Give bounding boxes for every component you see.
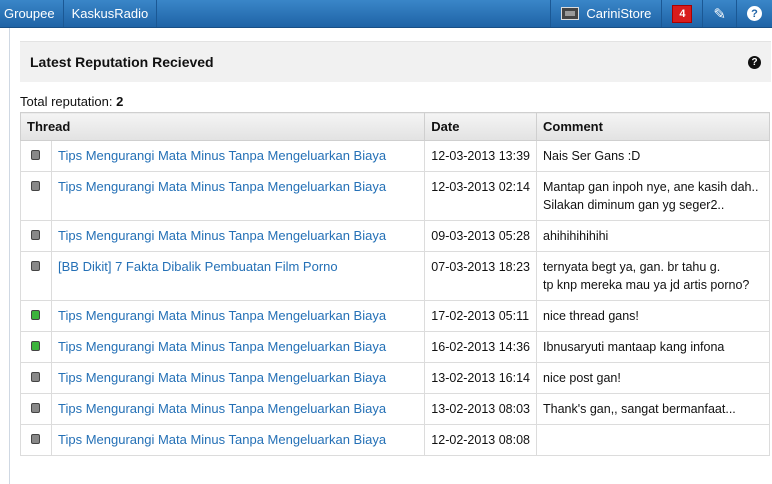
thread-link[interactable]: Tips Mengurangi Mata Minus Tanpa Mengelu…	[58, 339, 386, 354]
thread-cell: Tips Mengurangi Mata Minus Tanpa Mengelu…	[50, 300, 426, 332]
nav-kaskusradio[interactable]: KaskusRadio	[64, 0, 158, 27]
main-content: Latest Reputation Recieved ? Total reput…	[9, 28, 772, 484]
table-row: Tips Mengurangi Mata Minus Tanpa Mengelu…	[20, 331, 770, 363]
reputation-table: Thread Date Comment Tips Mengurangi Mata…	[19, 112, 770, 456]
table-row: Tips Mengurangi Mata Minus Tanpa Mengelu…	[20, 424, 770, 456]
table-row: Tips Mengurangi Mata Minus Tanpa Mengelu…	[20, 362, 770, 394]
comment-line: tp knp mereka mau ya jd artis porno?	[543, 278, 750, 292]
notifications-button[interactable]: 4	[661, 0, 702, 27]
neutral-reputation-icon	[31, 403, 40, 413]
question-icon[interactable]: ?	[748, 55, 761, 69]
thread-cell: Tips Mengurangi Mata Minus Tanpa Mengelu…	[50, 331, 426, 363]
date-cell: 13-02-2013 08:03	[424, 393, 537, 425]
thread-cell: Tips Mengurangi Mata Minus Tanpa Mengelu…	[50, 393, 426, 425]
nav-groupee[interactable]: Groupee	[0, 0, 64, 27]
reputation-status-cell	[20, 331, 52, 363]
comment-cell: Thank's gan,, sangat bermanfaat...	[536, 393, 770, 425]
comment-line: Nais Ser Gans :D	[543, 149, 641, 163]
date-cell: 12-03-2013 02:14	[424, 171, 537, 221]
thread-cell: Tips Mengurangi Mata Minus Tanpa Mengelu…	[50, 362, 426, 394]
total-reputation: Total reputation: 2	[20, 94, 123, 109]
comment-cell: ahihihihihihi	[536, 220, 770, 252]
date-cell: 12-02-2013 08:08	[424, 424, 537, 456]
thread-cell: Tips Mengurangi Mata Minus Tanpa Mengelu…	[50, 140, 426, 172]
reputation-status-cell	[20, 393, 52, 425]
top-navbar: Groupee KaskusRadio CariniStore 4 ✎ ?	[0, 0, 772, 28]
store-label: CariniStore	[586, 6, 652, 21]
date-cell: 09-03-2013 05:28	[424, 220, 537, 252]
comment-line: Thank's gan,, sangat bermanfaat...	[543, 402, 736, 416]
comment-cell: nice thread gans!	[536, 300, 770, 332]
thread-link[interactable]: Tips Mengurangi Mata Minus Tanpa Mengelu…	[58, 148, 386, 163]
reputation-status-cell	[20, 362, 52, 394]
comment-line: ternyata begt ya, gan. br tahu g.	[543, 260, 721, 274]
date-cell: 17-02-2013 05:11	[424, 300, 537, 332]
thread-link[interactable]: Tips Mengurangi Mata Minus Tanpa Mengelu…	[58, 401, 386, 416]
table-row: [BB Dikit] 7 Fakta Dibalik Pembuatan Fil…	[20, 251, 770, 301]
reputation-status-cell	[20, 251, 52, 301]
date-cell: 12-03-2013 13:39	[424, 140, 537, 172]
comment-line: nice post gan!	[543, 371, 621, 385]
reputation-status-cell	[20, 424, 52, 456]
comment-cell: Ibnusaryuti mantaap kang infona	[536, 331, 770, 363]
thread-cell: [BB Dikit] 7 Fakta Dibalik Pembuatan Fil…	[50, 251, 426, 301]
help-icon: ?	[747, 6, 762, 21]
comment-cell: nice post gan!	[536, 362, 770, 394]
pencil-icon: ✎	[713, 5, 726, 23]
store-icon	[561, 7, 580, 20]
table-row: Tips Mengurangi Mata Minus Tanpa Mengelu…	[20, 393, 770, 425]
edit-button[interactable]: ✎	[702, 0, 736, 27]
comment-cell: Nais Ser Gans :D	[536, 140, 770, 172]
thread-link[interactable]: Tips Mengurangi Mata Minus Tanpa Mengelu…	[58, 432, 386, 447]
date-cell: 13-02-2013 16:14	[424, 362, 537, 394]
thread-link[interactable]: Tips Mengurangi Mata Minus Tanpa Mengelu…	[58, 308, 386, 323]
reputation-status-cell	[20, 220, 52, 252]
reputation-status-cell	[20, 140, 52, 172]
total-reputation-label: Total reputation:	[20, 94, 113, 109]
table-row: Tips Mengurangi Mata Minus Tanpa Mengelu…	[20, 140, 770, 172]
table-row: Tips Mengurangi Mata Minus Tanpa Mengelu…	[20, 300, 770, 332]
thread-link[interactable]: [BB Dikit] 7 Fakta Dibalik Pembuatan Fil…	[58, 259, 338, 274]
thread-cell: Tips Mengurangi Mata Minus Tanpa Mengelu…	[50, 171, 426, 221]
comment-line: Silakan diminum gan yg seger2..	[543, 198, 725, 212]
comment-line: Mantap gan inpoh nye, ane kasih dah..	[543, 180, 759, 194]
notification-count-badge: 4	[672, 4, 693, 23]
column-header-comment: Comment	[536, 112, 770, 141]
thread-link[interactable]: Tips Mengurangi Mata Minus Tanpa Mengelu…	[58, 179, 386, 194]
total-reputation-value: 2	[116, 94, 124, 109]
table-row: Tips Mengurangi Mata Minus Tanpa Mengelu…	[20, 171, 770, 221]
reputation-status-cell	[20, 171, 52, 221]
navbar-spacer	[157, 0, 550, 27]
thread-cell: Tips Mengurangi Mata Minus Tanpa Mengelu…	[50, 424, 426, 456]
table-header-row: Thread Date Comment	[19, 112, 770, 141]
panel-header: Latest Reputation Recieved ?	[20, 41, 771, 82]
comment-cell: Mantap gan inpoh nye, ane kasih dah.. Sil…	[536, 171, 770, 221]
table-row: Tips Mengurangi Mata Minus Tanpa Mengelu…	[20, 220, 770, 252]
neutral-reputation-icon	[31, 150, 40, 160]
positive-reputation-icon	[31, 341, 40, 351]
thread-link[interactable]: Tips Mengurangi Mata Minus Tanpa Mengelu…	[58, 370, 386, 385]
column-header-thread: Thread	[19, 112, 426, 141]
reputation-status-cell	[20, 300, 52, 332]
comment-line: Ibnusaryuti mantaap kang infona	[543, 340, 725, 354]
neutral-reputation-icon	[31, 372, 40, 382]
comment-cell: ternyata begt ya, gan. br tahu g. tp knp …	[536, 251, 770, 301]
comment-cell	[536, 424, 770, 456]
comment-line	[543, 431, 763, 449]
date-cell: 16-02-2013 14:36	[424, 331, 537, 363]
page-title: Latest Reputation Recieved	[30, 54, 214, 70]
help-button[interactable]: ?	[736, 0, 772, 27]
thread-cell: Tips Mengurangi Mata Minus Tanpa Mengelu…	[50, 220, 426, 252]
neutral-reputation-icon	[31, 434, 40, 444]
comment-line: ahihihihihihi	[543, 229, 609, 243]
column-header-date: Date	[424, 112, 537, 141]
thread-link[interactable]: Tips Mengurangi Mata Minus Tanpa Mengelu…	[58, 228, 386, 243]
comment-line: nice thread gans!	[543, 309, 639, 323]
neutral-reputation-icon	[31, 261, 40, 271]
neutral-reputation-icon	[31, 230, 40, 240]
neutral-reputation-icon	[31, 181, 40, 191]
positive-reputation-icon	[31, 310, 40, 320]
date-cell: 07-03-2013 18:23	[424, 251, 537, 301]
store-link[interactable]: CariniStore	[550, 0, 661, 27]
